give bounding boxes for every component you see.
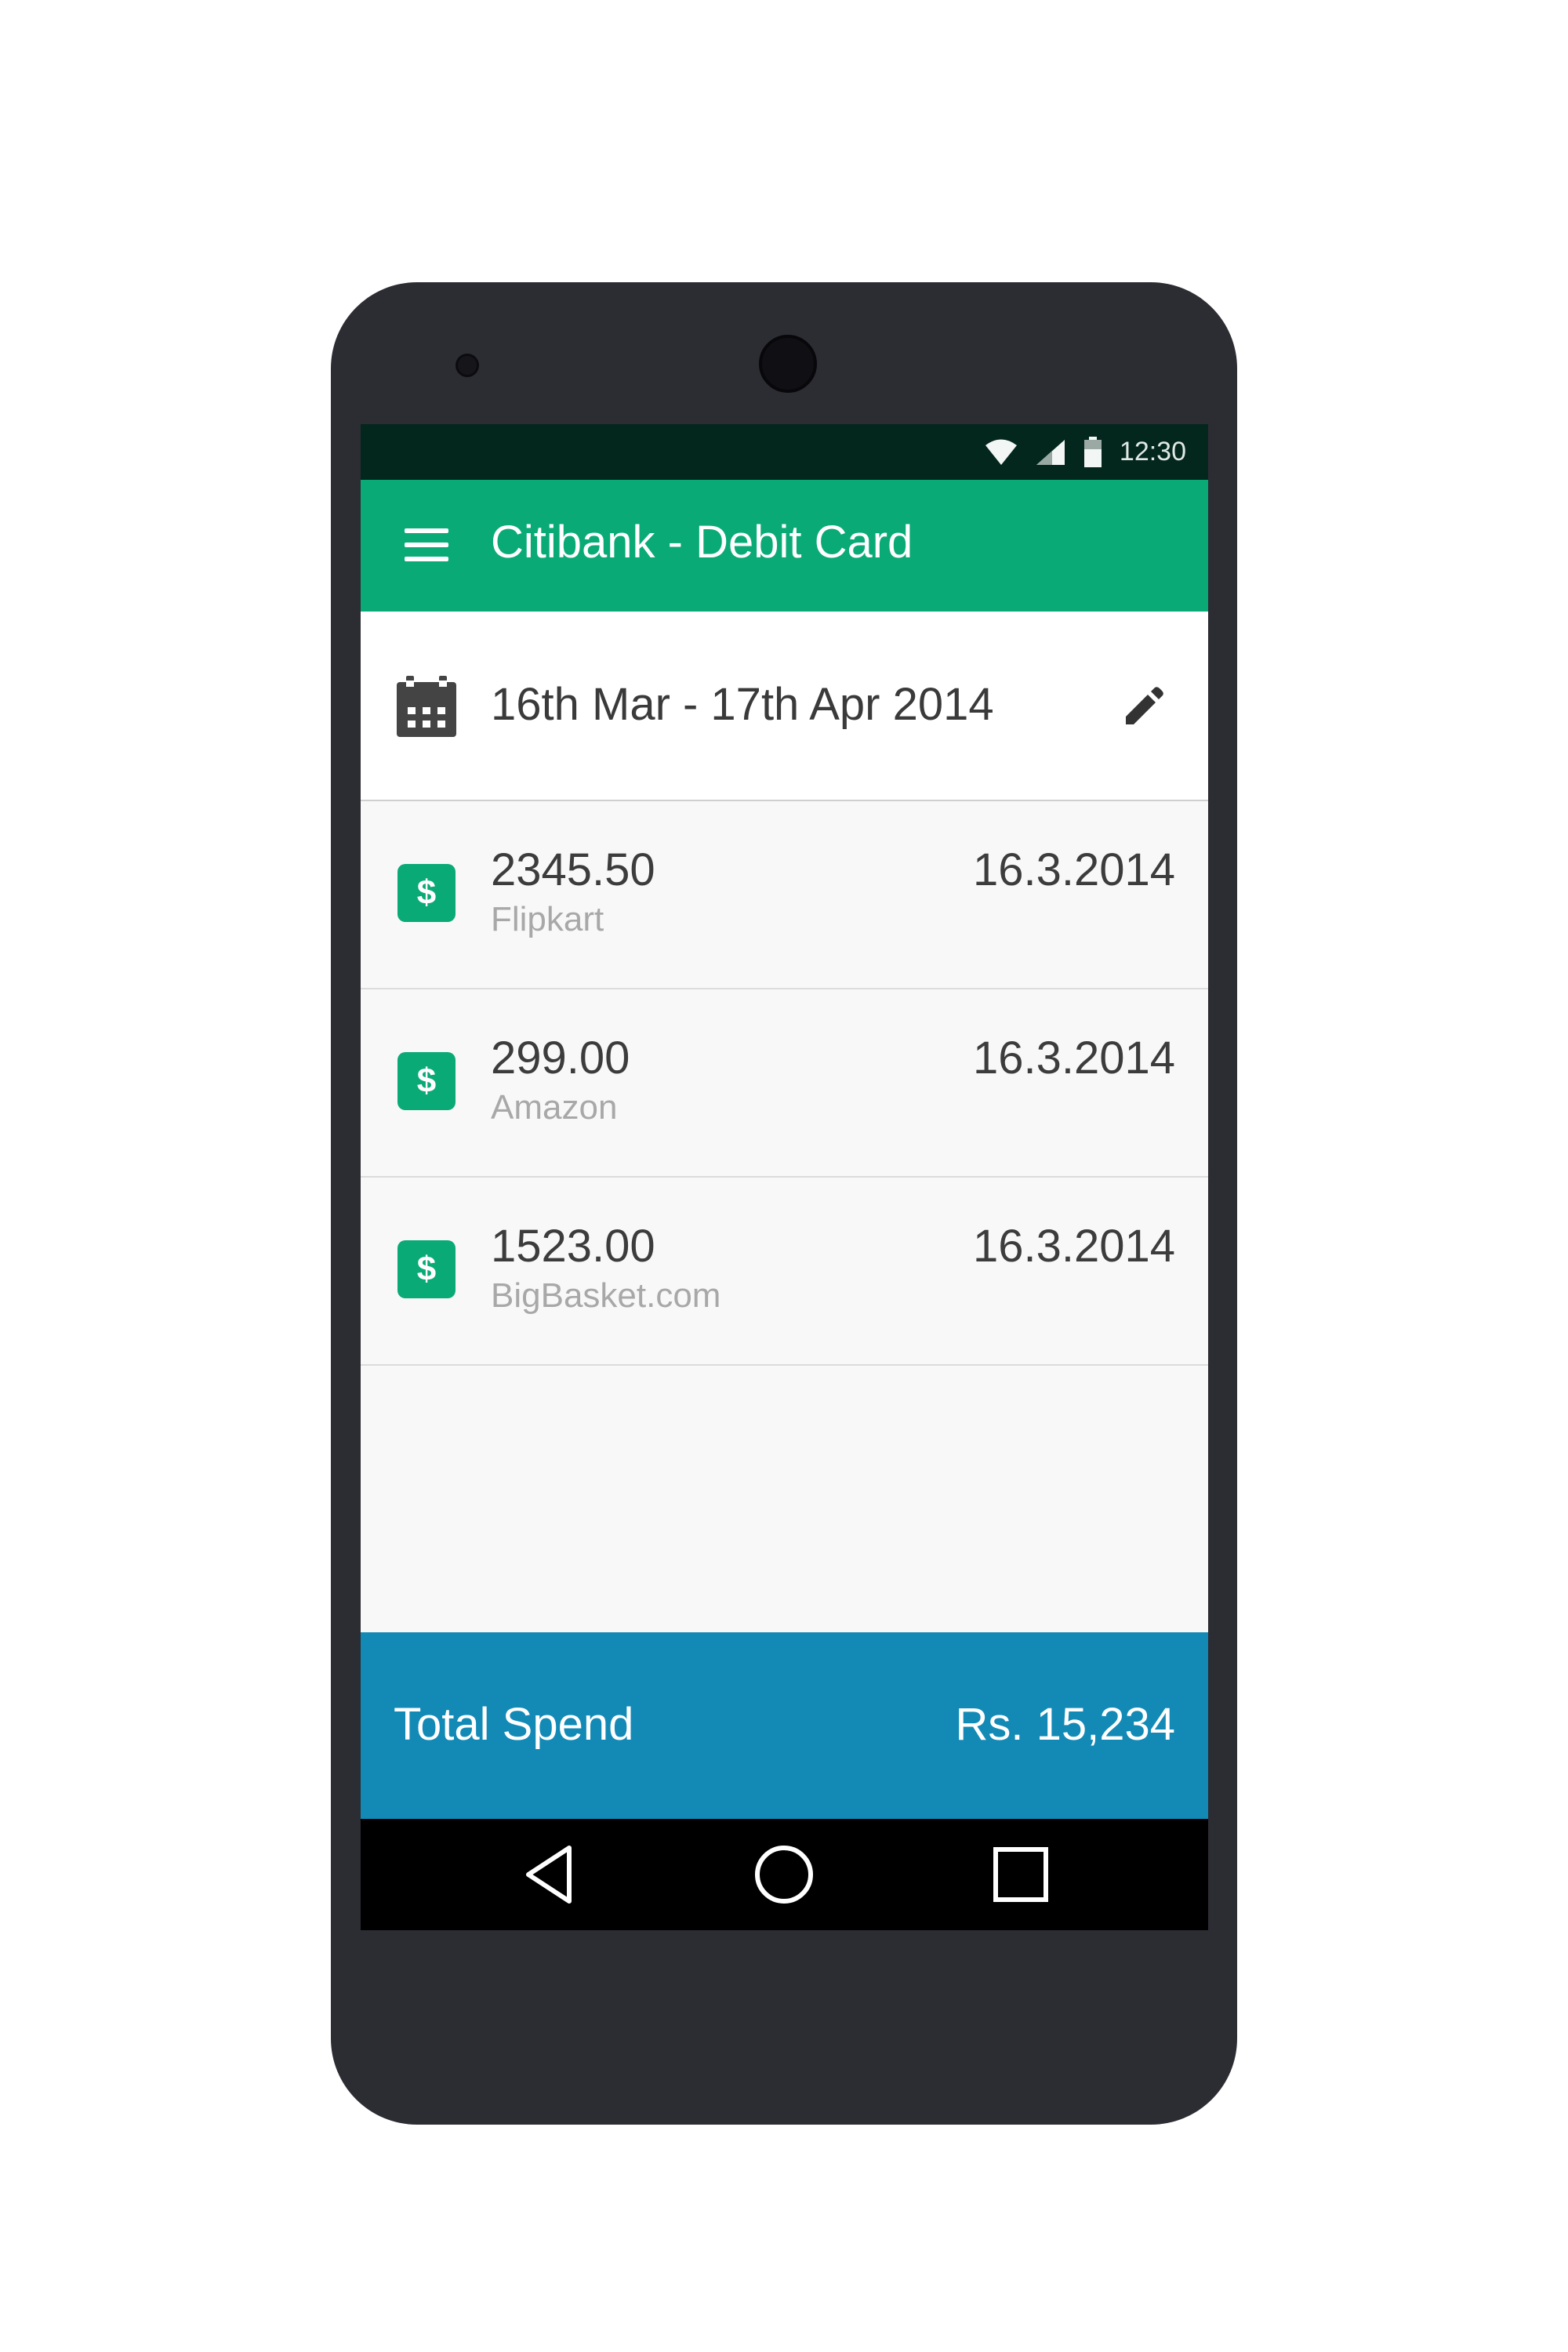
dollar-icon: $ <box>397 864 456 922</box>
transaction-amount: 2345.50 <box>491 844 655 895</box>
transaction-date: 16.3.2014 <box>972 844 1175 895</box>
status-bar: 12:30 <box>361 424 1208 480</box>
transaction-merchant: Flipkart <box>491 900 604 938</box>
menu-icon[interactable] <box>405 527 448 563</box>
transaction-amount: 1523.00 <box>491 1221 655 1272</box>
front-camera <box>759 335 817 393</box>
transaction-date: 16.3.2014 <box>972 1221 1175 1272</box>
calendar-icon <box>397 676 456 737</box>
total-spend-label: Total Spend <box>394 1699 634 1750</box>
transaction-merchant: BigBasket.com <box>491 1276 721 1315</box>
battery-icon <box>1083 436 1102 467</box>
signal-icon <box>1036 439 1065 465</box>
phone-screen: 12:30 Citibank - Debit Card 16th Mar - 1… <box>361 424 1208 1930</box>
status-icons: 12:30 <box>985 424 1186 480</box>
recents-icon[interactable] <box>989 1843 1052 1906</box>
page-title: Citibank - Debit Card <box>491 517 913 568</box>
transaction-amount: 299.00 <box>491 1033 630 1083</box>
transaction-date: 16.3.2014 <box>972 1033 1175 1083</box>
transaction-merchant: Amazon <box>491 1088 618 1127</box>
home-icon[interactable] <box>753 1843 815 1906</box>
status-time: 12:30 <box>1119 437 1186 466</box>
navigation-bar <box>361 1819 1208 1930</box>
front-sensor <box>456 354 479 377</box>
transaction-row[interactable]: $ 1523.00 BigBasket.com 16.3.2014 <box>361 1178 1208 1366</box>
total-spend-value: Rs. 15,234 <box>955 1699 1175 1750</box>
total-spend-bar: Total Spend Rs. 15,234 <box>361 1632 1208 1819</box>
date-range-row[interactable]: 16th Mar - 17th Apr 2014 <box>361 612 1208 801</box>
wifi-icon <box>985 439 1017 465</box>
dollar-icon: $ <box>397 1052 456 1110</box>
app-bar: Citibank - Debit Card <box>361 480 1208 612</box>
transaction-row[interactable]: $ 299.00 Amazon 16.3.2014 <box>361 989 1208 1178</box>
date-range-text: 16th Mar - 17th Apr 2014 <box>491 679 994 730</box>
edit-icon[interactable] <box>1123 687 1163 728</box>
dollar-icon: $ <box>397 1240 456 1298</box>
transaction-row[interactable]: $ 2345.50 Flipkart 16.3.2014 <box>361 801 1208 989</box>
back-icon[interactable] <box>517 1843 580 1906</box>
